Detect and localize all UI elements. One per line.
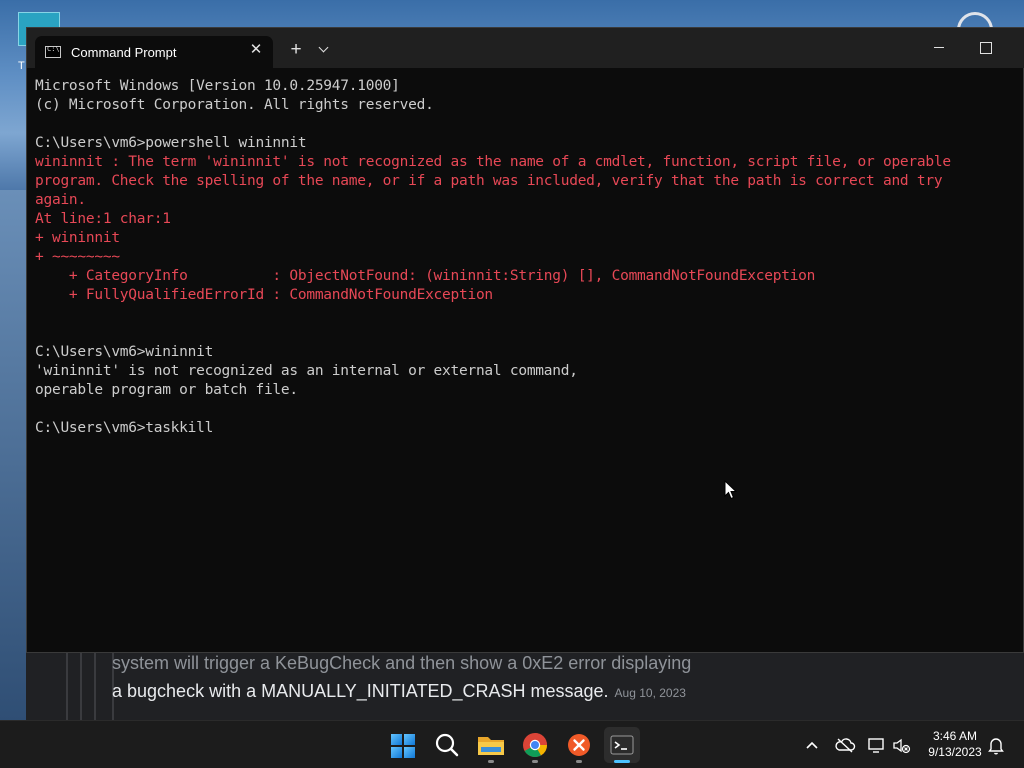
magnifier-icon	[435, 733, 459, 757]
start-icon[interactable]	[385, 727, 421, 763]
article-text-line: system will trigger a KeBugCheck and the…	[112, 653, 692, 673]
clock-date: 9/13/2023	[928, 745, 982, 759]
close-circle-icon	[568, 734, 590, 756]
notification-bell-icon[interactable]	[985, 734, 1007, 756]
article-sidebar-lines	[66, 652, 114, 730]
terminal-line: C:\Users\vm6>wininnit	[35, 344, 214, 360]
terminal-error-line: + wininnit	[35, 230, 120, 246]
terminal-line: C:\Users\vm6>taskkill	[35, 420, 214, 436]
terminal-line: operable program or batch file.	[35, 382, 298, 398]
start-pane	[391, 747, 402, 758]
taskbar: 3:46 AM 9/13/2023	[0, 720, 1024, 768]
start-pane	[404, 734, 415, 745]
terminal-logo-icon	[610, 735, 634, 755]
new-tab-icon[interactable]: +	[285, 39, 307, 61]
desktop-shortcut-label: T	[18, 60, 25, 72]
file-explorer-icon[interactable]	[473, 727, 509, 763]
terminal-line: (c) Microsoft Corporation. All rights re…	[35, 97, 434, 113]
article-date: Aug 10, 2023	[614, 686, 686, 700]
close-icon[interactable]: ✕	[245, 39, 267, 61]
folder-icon	[478, 737, 504, 755]
search-icon[interactable]	[429, 727, 465, 763]
title-bar[interactable]: Command Prompt ✕ +	[27, 28, 1024, 68]
terminal-error-line: At line:1 char:1	[35, 211, 171, 227]
chevron-up-icon[interactable]	[800, 735, 824, 755]
maximize-button[interactable]	[963, 34, 1007, 62]
system-clock[interactable]: 3:46 AM 9/13/2023	[918, 728, 992, 760]
start-pane	[391, 734, 402, 745]
network-icon[interactable]	[865, 735, 889, 755]
running-indicator	[576, 760, 582, 763]
terminal-icon[interactable]	[604, 727, 640, 763]
background-article: system will trigger a KeBugCheck and the…	[26, 652, 1024, 730]
tab-command-prompt[interactable]: Command Prompt ✕	[35, 36, 273, 68]
running-indicator	[488, 760, 494, 763]
terminal-error-line: wininnit : The term 'wininnit' is not re…	[35, 154, 951, 170]
terminal-output[interactable]: Microsoft Windows [Version 10.0.25947.10…	[35, 77, 1020, 647]
terminal-error-line: + ~~~~~~~~	[35, 249, 120, 265]
terminal-line: Microsoft Windows [Version 10.0.25947.10…	[35, 78, 400, 94]
terminal-line: C:\Users\vm6>powershell wininnit	[35, 135, 307, 151]
volume-muted-icon[interactable]	[890, 735, 914, 755]
terminal-error-line: program. Check the spelling of the name,…	[35, 173, 943, 189]
article-text-line: a bugcheck with a MANUALLY_INITIATED_CRA…	[112, 681, 686, 702]
tab-title: Command Prompt	[71, 45, 177, 60]
article-text: a bugcheck with a MANUALLY_INITIATED_CRA…	[112, 681, 609, 701]
chrome-icon[interactable]	[517, 727, 553, 763]
background-window-edge	[0, 190, 26, 730]
clock-time: 3:46 AM	[932, 729, 978, 743]
minimize-button[interactable]	[917, 34, 961, 62]
command-prompt-icon	[45, 45, 61, 58]
terminal-error-line: + FullyQualifiedErrorId : CommandNotFoun…	[35, 287, 493, 303]
chrome-logo-icon	[523, 733, 547, 758]
x-app-icon[interactable]	[561, 727, 597, 763]
mouse-cursor-icon	[724, 480, 738, 500]
terminal-error-line: + CategoryInfo : ObjectNotFound: (wininn…	[35, 268, 816, 284]
start-pane	[404, 747, 415, 758]
terminal-window[interactable]: Command Prompt ✕ + Microsoft Windows [Ve…	[26, 27, 1024, 653]
active-indicator	[614, 760, 630, 763]
onedrive-cloud-icon[interactable]	[833, 735, 857, 755]
terminal-line: 'wininnit' is not recognized as an inter…	[35, 363, 578, 379]
chevron-down-icon[interactable]	[315, 41, 333, 59]
running-indicator	[532, 760, 538, 763]
terminal-error-line: again.	[35, 192, 86, 208]
